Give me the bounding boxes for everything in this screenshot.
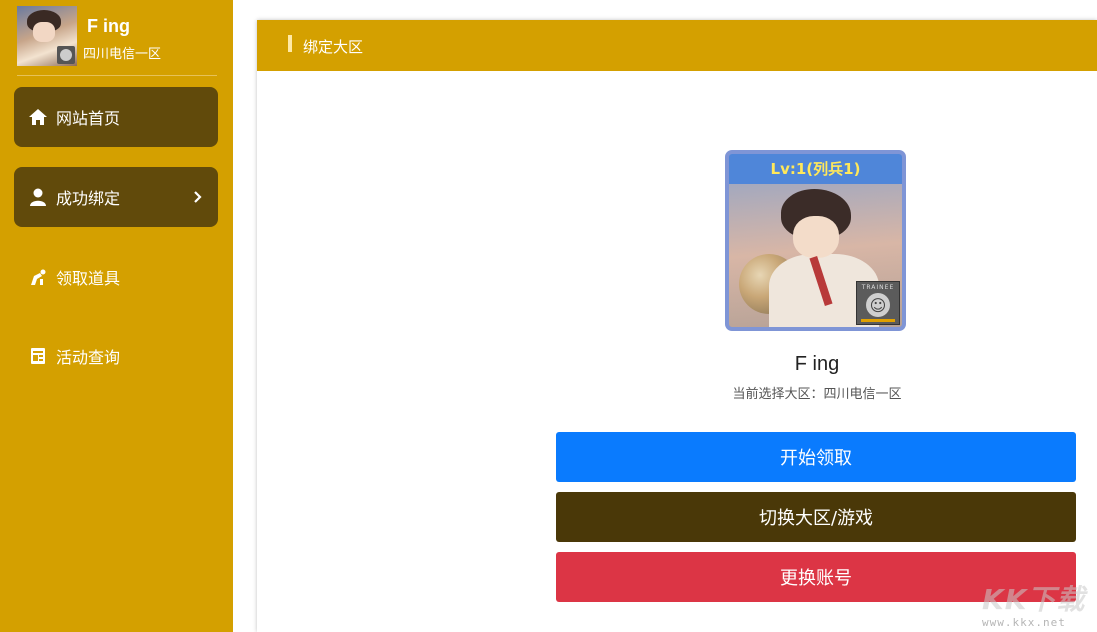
panel-header: 绑定大区 bbox=[257, 20, 1097, 71]
sidebar-item-bind-success[interactable]: 成功绑定 bbox=[14, 167, 218, 227]
sidebar-item-label: 成功绑定 bbox=[56, 189, 121, 208]
sidebar-item-label: 领取道具 bbox=[56, 269, 121, 288]
sidebar-item-claim-items[interactable]: 领取道具 bbox=[14, 247, 218, 307]
avatar bbox=[17, 6, 77, 66]
rank-badge-text: TRAINEE bbox=[861, 284, 895, 291]
user-icon bbox=[28, 187, 48, 207]
level-label: Lv:1(列兵1) bbox=[729, 154, 902, 184]
panel-title: 绑定大区 bbox=[303, 38, 364, 56]
switch-server-button[interactable]: 切换大区/游戏 bbox=[556, 492, 1076, 542]
chevron-right-icon bbox=[190, 187, 206, 207]
home-icon bbox=[28, 107, 48, 127]
change-account-button[interactable]: 更换账号 bbox=[556, 552, 1076, 602]
sidebar-item-home[interactable]: 网站首页 bbox=[14, 87, 218, 147]
player-name: F ing bbox=[794, 353, 840, 375]
sidebar-item-label: 网站首页 bbox=[56, 109, 121, 128]
sidebar: F ing 四川电信一区 网站首页 成功绑定 领取道具 活动查询 bbox=[0, 0, 233, 632]
sidebar-item-label: 活动查询 bbox=[56, 348, 121, 367]
trainee-rank-icon: TRAINEE ☺ bbox=[856, 281, 900, 325]
start-claim-button[interactable]: 开始领取 bbox=[556, 432, 1076, 482]
profile-server: 四川电信一区 bbox=[83, 47, 162, 62]
sidebar-item-activity-query[interactable]: 活动查询 bbox=[14, 326, 218, 386]
gift-icon bbox=[28, 267, 48, 287]
smiley-icon: ☺ bbox=[866, 293, 890, 317]
player-card: Lv:1(列兵1) TRAINEE ☺ bbox=[725, 150, 906, 331]
rank-badge-icon bbox=[57, 46, 75, 64]
selected-server-info: 当前选择大区：四川电信一区 bbox=[732, 387, 902, 402]
header-accent-bar bbox=[288, 35, 292, 52]
main-panel: 绑定大区 Lv:1(列兵1) TRAINEE ☺ F ing 当前选择大区：四川… bbox=[257, 20, 1097, 632]
profile-block: F ing 四川电信一区 bbox=[17, 6, 217, 76]
document-icon bbox=[28, 346, 48, 366]
profile-name: F ing bbox=[87, 16, 130, 36]
